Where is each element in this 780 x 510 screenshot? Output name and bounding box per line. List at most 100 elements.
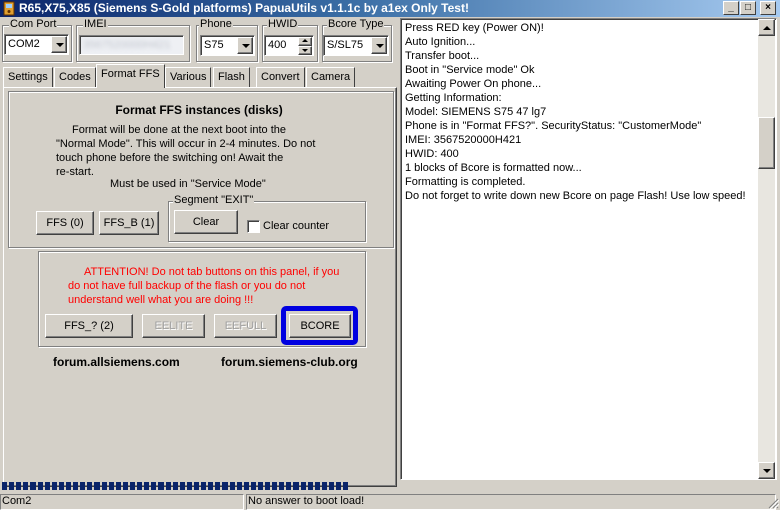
progress-segment xyxy=(2,482,8,490)
desc-line: re-start. xyxy=(56,166,94,178)
forum-siemens-club-link[interactable]: forum.siemens-club.org xyxy=(221,355,358,369)
progress-segment xyxy=(101,482,107,490)
progress-segment xyxy=(30,482,36,490)
eefull-button[interactable]: EEFULL xyxy=(214,314,277,338)
progress-segment xyxy=(250,482,256,490)
progress-segment xyxy=(186,482,192,490)
log-line: Formatting is completed. xyxy=(405,176,526,188)
scroll-up-button[interactable] xyxy=(758,19,775,36)
progress-segment xyxy=(279,482,285,490)
progress-segment xyxy=(144,482,150,490)
progress-segment xyxy=(108,482,114,490)
chevron-down-icon[interactable] xyxy=(237,37,253,54)
spin-down-icon[interactable] xyxy=(298,46,312,55)
progress-segment xyxy=(122,482,128,490)
tab-camera[interactable]: Camera xyxy=(306,67,356,87)
minimize-icon: _ xyxy=(728,2,734,13)
minimize-button[interactable]: _ xyxy=(723,1,739,15)
ffs-b-1-button[interactable]: FFS_B (1) xyxy=(99,211,159,235)
com-port-select[interactable]: COM2 xyxy=(4,34,69,55)
tab-convert[interactable]: Convert xyxy=(256,67,305,87)
desc-line: "Normal Mode". This will occur in 2-4 mi… xyxy=(56,138,316,150)
bcore-button[interactable]: BCORE xyxy=(289,314,351,338)
tab-flash[interactable]: Flash xyxy=(213,67,250,87)
forum-allsiemens-link[interactable]: forum.allsiemens.com xyxy=(53,355,180,369)
progress-segment xyxy=(44,482,50,490)
tab-settings[interactable]: Settings xyxy=(3,67,53,87)
status-message: No answer to boot load! xyxy=(246,494,776,510)
warning-line: understand well what you are doing !!! xyxy=(68,294,254,306)
status-port: Com2 xyxy=(0,494,244,510)
title-bar[interactable]: R65,X75,X85 (Siemens S-Gold platforms) P… xyxy=(0,0,780,17)
hwid-value: 400 xyxy=(268,39,287,51)
log-line: Phone is in "Format FFS?". SecurityStatu… xyxy=(405,120,702,132)
warning-line: ATTENTION! Do not tab buttons on this pa… xyxy=(84,266,340,278)
progress-segment xyxy=(336,482,342,490)
eelite-button[interactable]: EELITE xyxy=(142,314,205,338)
com-port-value: COM2 xyxy=(8,38,40,50)
progress-segment xyxy=(37,482,43,490)
close-button[interactable]: × xyxy=(760,1,776,15)
progress-segment xyxy=(129,482,136,490)
ffs-0-button[interactable]: FFS (0) xyxy=(36,211,94,235)
progress-segment xyxy=(321,482,328,490)
chevron-down-icon[interactable] xyxy=(51,36,67,53)
progress-segment xyxy=(65,482,72,490)
maximize-button[interactable]: □ xyxy=(740,1,756,15)
log-scrollbar[interactable] xyxy=(758,19,775,479)
hwid-stepper[interactable]: 400 xyxy=(264,35,314,56)
progress-segment xyxy=(208,482,214,490)
log-line: Auto Ignition... xyxy=(405,36,476,48)
progress-bar xyxy=(2,482,349,490)
progress-segment xyxy=(137,482,143,490)
com-port-label: Com Port xyxy=(9,18,58,30)
progress-segment xyxy=(201,482,207,490)
desc-line: touch phone before the switching on! Awa… xyxy=(56,152,284,164)
clear-counter-label[interactable]: Clear counter xyxy=(263,220,329,232)
log-line: Boot in "Service mode" Ok xyxy=(405,64,535,76)
bcore-type-select[interactable]: S/SL75 xyxy=(323,35,389,56)
phone-value: S75 xyxy=(204,39,224,51)
progress-segment xyxy=(265,482,271,490)
clear-counter-checkbox[interactable] xyxy=(247,220,260,233)
window-title: R65,X75,X85 (Siemens S-Gold platforms) P… xyxy=(19,1,469,15)
tab-format-ffs[interactable]: Format FFS xyxy=(96,64,165,88)
imei-value: 3567520000H421 xyxy=(83,39,171,51)
bcore-type-label: Bcore Type xyxy=(327,18,385,30)
clear-button[interactable]: Clear xyxy=(174,210,238,234)
maximize-icon: □ xyxy=(744,2,752,13)
ffs-q-2-button[interactable]: FFS_? (2) xyxy=(45,314,133,338)
progress-segment xyxy=(293,482,299,490)
log-line: Model: SIEMENS S75 47 lg7 xyxy=(405,106,547,118)
scroll-thumb[interactable] xyxy=(758,117,775,169)
progress-segment xyxy=(73,482,79,490)
imei-field[interactable]: 3567520000H421 xyxy=(79,35,184,55)
log-lines: Press RED key (Power ON)! Auto Ignition..… xyxy=(405,21,757,203)
progress-segment xyxy=(222,482,228,490)
progress-segment xyxy=(193,482,200,490)
progress-segment xyxy=(151,482,157,490)
progress-segment xyxy=(115,482,121,490)
tab-various[interactable]: Various xyxy=(165,67,212,87)
scroll-down-button[interactable] xyxy=(758,462,775,479)
log-line: Press RED key (Power ON)! xyxy=(405,22,544,34)
log-output[interactable]: Press RED key (Power ON)! Auto Ignition..… xyxy=(400,18,777,480)
app-icon[interactable] xyxy=(2,1,17,16)
progress-segment xyxy=(80,482,86,490)
spin-up-icon[interactable] xyxy=(298,37,312,46)
progress-segment xyxy=(236,482,242,490)
format-ffs-panel: Format FFS instances (disks) Format will… xyxy=(3,87,397,487)
format-ffs-heading: Format FFS instances (disks) xyxy=(115,103,283,117)
progress-segment xyxy=(58,482,64,490)
progress-segment xyxy=(243,482,249,490)
phone-select[interactable]: S75 xyxy=(200,35,255,56)
log-line: Awaiting Power On phone... xyxy=(405,78,542,90)
progress-segment xyxy=(165,482,171,490)
tab-codes[interactable]: Codes xyxy=(54,67,96,87)
chevron-down-icon[interactable] xyxy=(371,37,387,54)
progress-segment xyxy=(172,482,178,490)
resize-grip-icon[interactable] xyxy=(767,497,779,509)
progress-segment xyxy=(87,482,93,490)
progress-segment xyxy=(343,482,349,490)
log-line: Do not forget to write down new Bcore on… xyxy=(405,190,746,202)
